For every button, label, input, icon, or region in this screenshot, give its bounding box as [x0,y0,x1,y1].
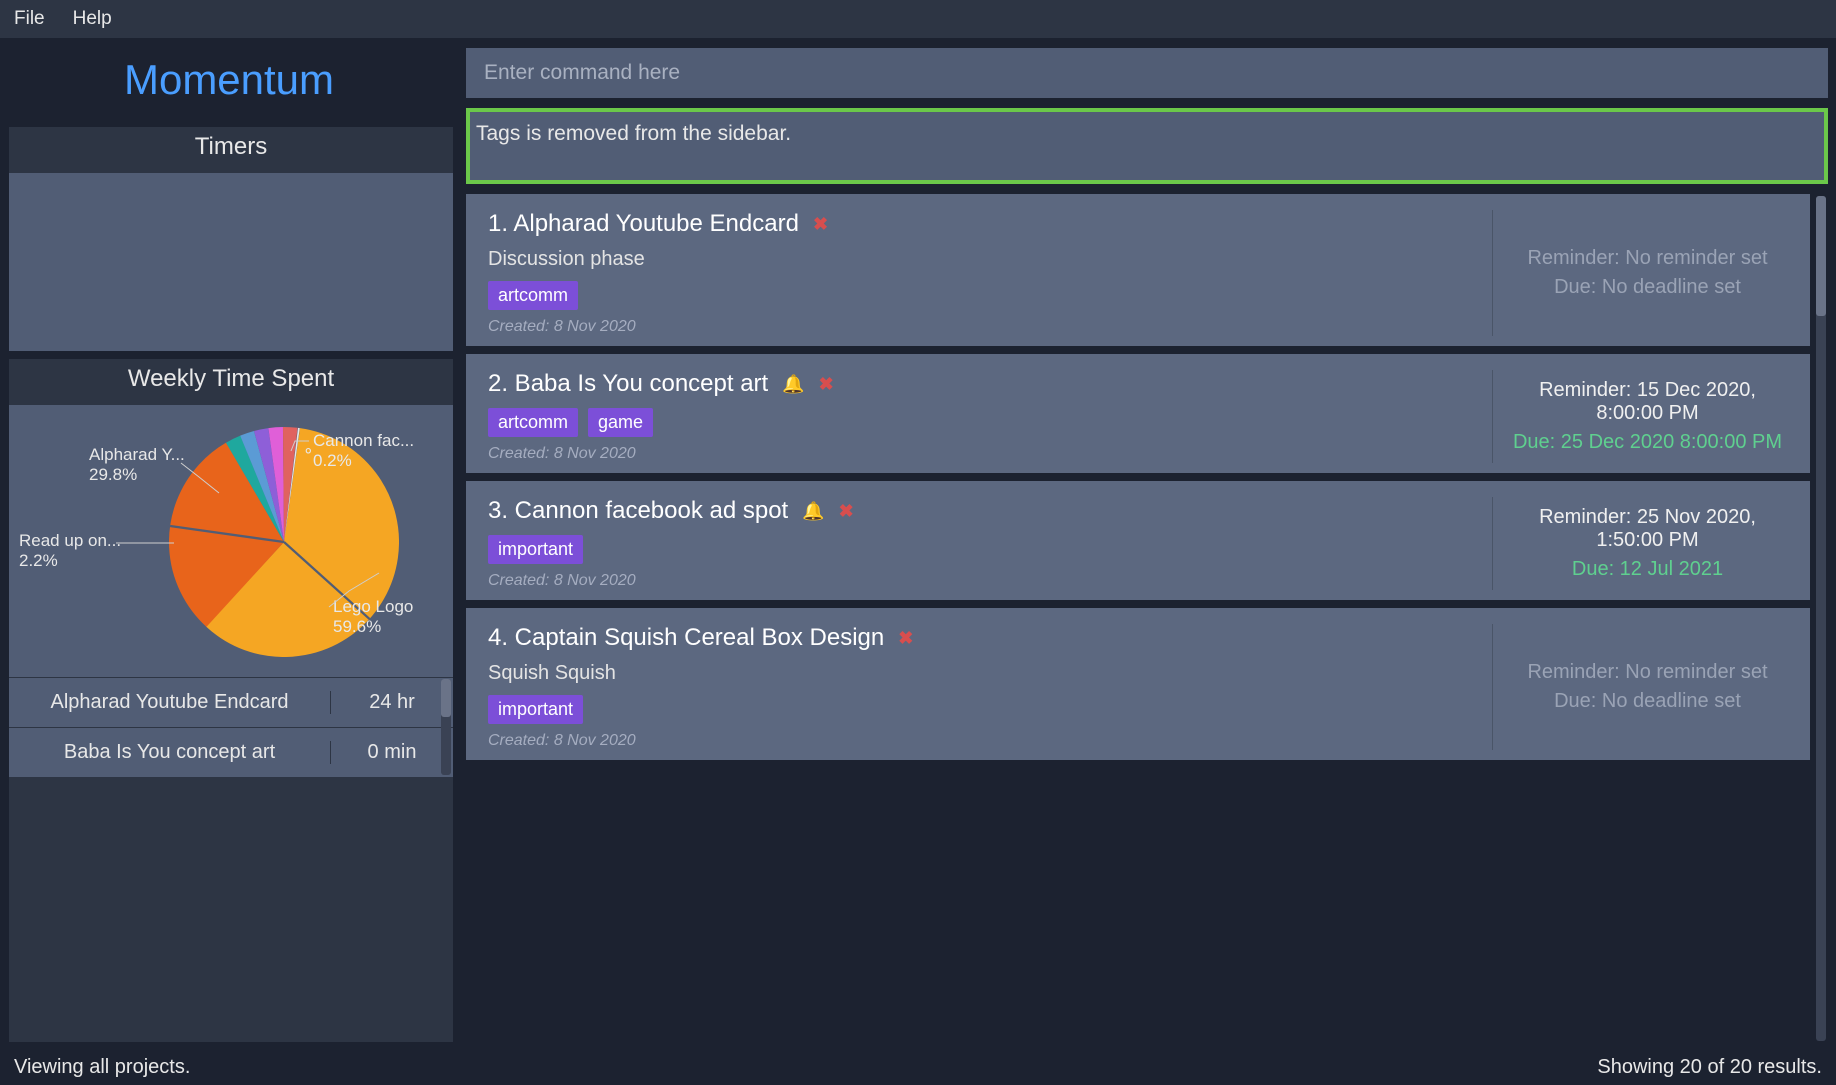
sidebar: Momentum Timers Weekly Time Spent [0,38,458,1049]
tag[interactable]: important [488,535,583,564]
project-due: Due: No deadline set [1554,276,1741,299]
timer-scroll-thumb[interactable] [441,679,451,717]
project-tags: artcomm [488,281,1482,310]
timer-value: 0 min [331,741,453,764]
timer-name: Alpharad Youtube Endcard [9,691,331,714]
project-card[interactable]: 1. Alpharad Youtube Endcard ✖ Discussion p… [466,194,1810,346]
x-icon: ✖ [819,374,834,395]
pie-label-lego: Lego Logo59.6% [333,597,413,637]
x-icon: ✖ [839,501,854,522]
project-title: 2. Baba Is You concept art [488,370,768,398]
tag[interactable]: game [588,408,653,437]
tag[interactable]: important [488,695,583,724]
project-reminder: Reminder: 25 Nov 2020, 1:50:00 PM [1503,506,1792,552]
timer-table: Alpharad Youtube Endcard 24 hr Baba Is Y… [9,677,453,777]
x-icon: ✖ [898,628,913,649]
project-reminder: Reminder: No reminder set [1527,661,1767,684]
table-row[interactable]: Baba Is You concept art 0 min [9,727,453,777]
project-due: Due: 12 Jul 2021 [1572,558,1723,581]
project-list: 1. Alpharad Youtube Endcard ✖ Discussion p… [466,194,1828,1043]
project-tags: artcomm game [488,408,1482,437]
weekly-pie-chart: Alpharad Y...29.8% Read up on...2.2% ∘ C… [9,405,453,677]
notice-banner: Tags is removed from the sidebar. [466,108,1828,184]
status-right: Showing 20 of 20 results. [1597,1056,1822,1079]
project-title: 4. Captain Squish Cereal Box Design [488,624,884,652]
bell-icon: 🔔 [802,501,824,522]
table-row[interactable]: Alpharad Youtube Endcard 24 hr [9,677,453,727]
project-created: Created: 8 Nov 2020 [488,732,1482,750]
pie-label-cannon: ∘ Cannon fac...0.2% [313,431,414,471]
timers-header: Timers [9,127,453,173]
project-card[interactable]: 3. Cannon facebook ad spot 🔔 ✖ important Cre… [466,481,1810,600]
project-title: 3. Cannon facebook ad spot [488,497,788,525]
project-title: 1. Alpharad Youtube Endcard [488,210,799,238]
tag[interactable]: artcomm [488,408,578,437]
project-reminder: Reminder: 15 Dec 2020, 8:00:00 PM [1503,379,1792,425]
project-reminder: Reminder: No reminder set [1527,247,1767,270]
project-created: Created: 8 Nov 2020 [488,445,1482,463]
project-card[interactable]: 2. Baba Is You concept art 🔔 ✖ artcomm game C… [466,354,1810,473]
content-column: Tags is removed from the sidebar. 1. Alp… [458,38,1836,1049]
project-due: Due: 25 Dec 2020 8:00:00 PM [1513,431,1782,454]
project-description: Discussion phase [488,248,1482,271]
x-icon: ✖ [813,214,828,235]
project-tags: important [488,695,1482,724]
project-created: Created: 8 Nov 2020 [488,318,1482,336]
pie-label-readup: Read up on...2.2% [19,531,121,571]
project-due: Due: No deadline set [1554,690,1741,713]
menu-help[interactable]: Help [73,8,112,30]
menu-file[interactable]: File [14,8,45,30]
command-input[interactable] [466,48,1828,98]
tag[interactable]: artcomm [488,281,578,310]
weekly-panel: Weekly Time Spent [8,358,454,1043]
pie-label-alpharad: Alpharad Y...29.8% [89,445,185,485]
status-left: Viewing all projects. [14,1056,190,1079]
timer-value: 24 hr [331,691,453,714]
main-area: Momentum Timers Weekly Time Spent [0,38,1836,1049]
timer-name: Baba Is You concept art [9,741,331,764]
status-bar: Viewing all projects. Showing 20 of 20 r… [0,1049,1836,1085]
project-scroll-thumb[interactable] [1816,196,1826,316]
app-title: Momentum [0,38,458,126]
project-created: Created: 8 Nov 2020 [488,572,1482,590]
weekly-header: Weekly Time Spent [9,359,453,405]
project-tags: important [488,535,1482,564]
bell-icon: 🔔 [782,374,804,395]
project-card[interactable]: 4. Captain Squish Cereal Box Design ✖ Squi… [466,608,1810,760]
timers-body [9,173,453,351]
menu-bar: File Help [0,0,1836,38]
timers-panel: Timers [8,126,454,352]
timer-scrollbar[interactable] [441,679,451,775]
project-scrollbar[interactable] [1816,196,1826,1041]
project-description: Squish Squish [488,662,1482,685]
